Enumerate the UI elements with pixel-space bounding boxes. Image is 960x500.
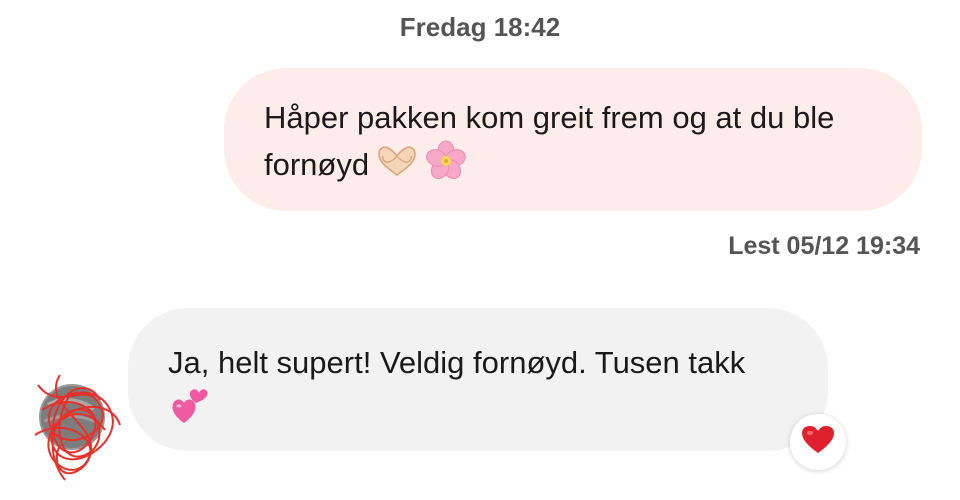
day-timestamp: Fredag 18:42	[399, 12, 561, 42]
incoming-message-bubble[interactable]: Ja, helt supert! Veldig fornøyd. Tusen t…	[128, 308, 828, 451]
avatar[interactable]	[30, 355, 130, 490]
incoming-message-line-2	[168, 385, 788, 437]
outgoing-message-line-2: fornøyd	[264, 140, 882, 194]
outgoing-message-bubble[interactable]: Håper pakken kom greit frem og at du ble…	[224, 68, 922, 211]
heart-hands-icon	[375, 143, 419, 191]
red-heart-icon	[801, 425, 835, 460]
cherry-blossom-icon	[425, 140, 467, 194]
read-receipt: Lest 05/12 19:34	[728, 232, 920, 260]
incoming-message-text: Ja, helt supert! Veldig fornøyd. Tusen t…	[168, 345, 746, 380]
two-hearts-icon	[168, 385, 212, 437]
reaction-badge[interactable]	[790, 414, 846, 470]
outgoing-message-line-1: Håper pakken kom greit frem og at du ble	[264, 100, 835, 135]
outgoing-message-text: fornøyd	[264, 147, 370, 183]
